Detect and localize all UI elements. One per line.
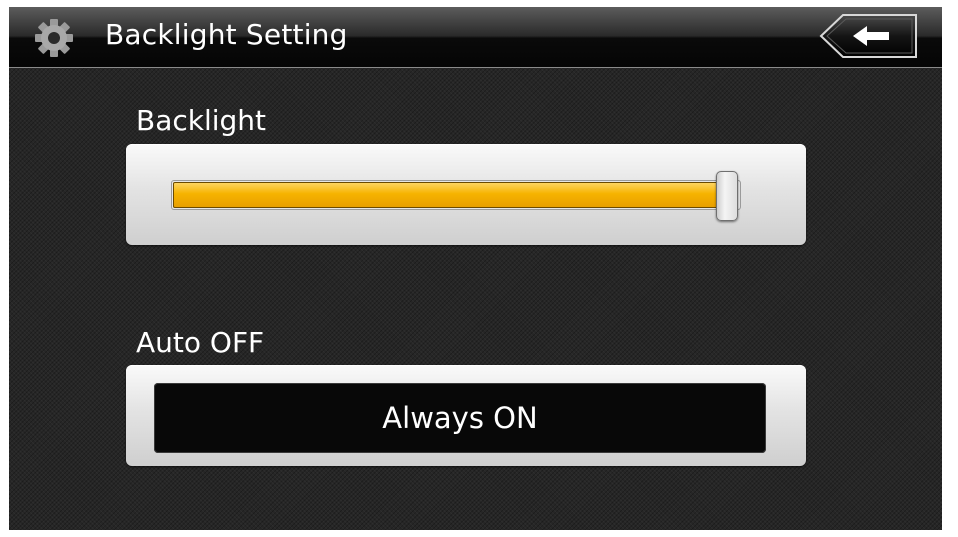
auto-off-panel: Always ON <box>126 365 806 466</box>
back-button[interactable] <box>819 12 919 60</box>
auto-off-select[interactable]: Always ON <box>154 383 766 453</box>
backlight-panel <box>126 144 806 245</box>
backlight-setting-screen: Backlight Setting Backlight Auto OFF Alw… <box>9 7 942 530</box>
backlight-slider[interactable] <box>171 171 741 221</box>
backlight-label: Backlight <box>136 104 267 137</box>
page-title: Backlight Setting <box>105 18 348 51</box>
backlight-slider-fill <box>173 182 722 208</box>
title-bar: Backlight Setting <box>9 7 942 68</box>
gear-icon <box>35 19 73 57</box>
auto-off-label: Auto OFF <box>136 326 265 359</box>
backlight-slider-thumb[interactable] <box>716 171 738 221</box>
